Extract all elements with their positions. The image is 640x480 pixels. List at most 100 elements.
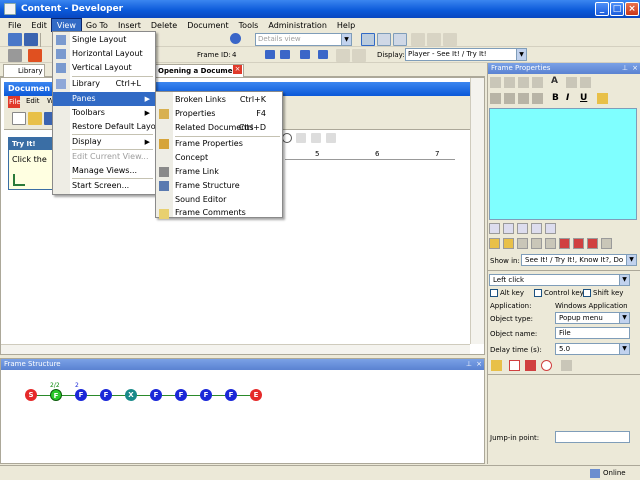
prev-frame-icon[interactable] [280, 50, 290, 59]
details-view-select[interactable]: Details view ▼ [255, 33, 352, 46]
save-icon[interactable] [24, 33, 38, 46]
font-color-icon[interactable] [566, 77, 577, 88]
menu-item-frame-structure[interactable]: Frame Structure [156, 179, 282, 193]
action-icon[interactable] [503, 238, 514, 249]
highlight-icon[interactable] [580, 77, 591, 88]
menu-file[interactable]: File [3, 19, 26, 32]
menu-item-concept[interactable]: Concept [156, 151, 282, 165]
frame-type-icon[interactable] [517, 223, 528, 234]
action-select[interactable]: Left click ▼ [489, 274, 630, 286]
align-center-icon[interactable] [504, 93, 515, 104]
action-icon[interactable] [545, 238, 556, 249]
action-icon[interactable] [601, 238, 612, 249]
bold-icon[interactable]: B [552, 93, 559, 103]
justify-icon[interactable] [532, 93, 543, 104]
menu-delete[interactable]: Delete [146, 19, 182, 32]
show-in-select[interactable]: See It! / Try It!, Know It?, Do It! ▼ [521, 254, 637, 266]
alt-key-checkbox[interactable] [490, 289, 498, 297]
grid-icon[interactable] [411, 33, 425, 46]
menu-tools[interactable]: Tools [234, 19, 264, 32]
menu-item-panes[interactable]: Panes ▶ [53, 92, 155, 106]
horizontal-layout-icon[interactable] [377, 33, 391, 46]
window-icon[interactable] [443, 33, 457, 46]
frame-type-icon[interactable] [531, 223, 542, 234]
menu-help[interactable]: Help [332, 19, 360, 32]
doc-open-icon[interactable] [28, 112, 42, 125]
action-icon[interactable] [559, 238, 570, 249]
menu-view[interactable]: View [50, 17, 82, 33]
menu-edit[interactable]: Edit [26, 19, 52, 32]
close-button[interactable]: × [625, 2, 639, 16]
menu-item-library[interactable]: Library Ctrl+L [53, 77, 155, 91]
object-type-select[interactable]: Popup menu ▼ [555, 312, 630, 324]
object-name-field[interactable]: File [555, 327, 630, 339]
action-icon[interactable] [587, 238, 598, 249]
doc-menu-edit[interactable]: Edit [26, 97, 40, 105]
frame-node[interactable]: F [175, 389, 187, 401]
tab-document[interactable]: Opening a Document [155, 64, 244, 77]
menu-item-manage-views[interactable]: Manage Views... [53, 164, 155, 178]
underline-icon[interactable]: U [580, 93, 587, 103]
record-icon[interactable] [28, 49, 42, 62]
link-icon[interactable] [561, 360, 572, 371]
action-icon[interactable] [573, 238, 584, 249]
format-icon[interactable] [282, 133, 292, 143]
menu-item-toolbars[interactable]: Toolbars ▶ [53, 106, 155, 120]
close-icon[interactable]: × [632, 64, 638, 72]
cut-icon[interactable] [490, 77, 501, 88]
minimize-button[interactable]: _ [595, 2, 609, 16]
menu-item-horizontal-layout[interactable]: Horizontal Layout [53, 47, 155, 61]
font-icon[interactable]: A [551, 76, 558, 86]
frame-type-icon[interactable] [503, 223, 514, 234]
close-tab-icon[interactable]: × [233, 65, 242, 74]
jump-in-point-field[interactable] [555, 431, 630, 443]
italic-icon[interactable]: I [566, 93, 569, 103]
help-icon[interactable] [230, 33, 241, 44]
menu-item-related-documents[interactable]: Related Documents Ctrl+D [156, 121, 282, 135]
copy-icon[interactable] [504, 77, 515, 88]
horizontal-scrollbar[interactable] [1, 344, 470, 354]
frame-node[interactable]: F [225, 389, 237, 401]
menu-item-sound-editor[interactable]: Sound Editor [156, 193, 282, 207]
control-key-checkbox[interactable] [534, 289, 542, 297]
menu-document[interactable]: Document [182, 19, 233, 32]
action-icon[interactable] [531, 238, 542, 249]
frame-node[interactable]: F [100, 389, 112, 401]
panel-icon[interactable] [427, 33, 441, 46]
maximize-button[interactable]: □ [610, 2, 624, 16]
frame-tool-icon[interactable] [336, 49, 350, 62]
vertical-layout-icon[interactable] [393, 33, 407, 46]
frame-node[interactable]: F [150, 389, 162, 401]
align-left-icon[interactable] [296, 133, 306, 143]
spellcheck-icon[interactable] [597, 93, 608, 104]
frame-node[interactable]: F [50, 389, 62, 401]
frame-node-end[interactable]: E [250, 389, 262, 401]
menu-item-single-layout[interactable]: Single Layout [53, 33, 155, 47]
frame-node-start[interactable]: S [25, 389, 37, 401]
menu-goto[interactable]: Go To [81, 19, 113, 32]
menu-administration[interactable]: Administration [263, 19, 332, 32]
target-icon[interactable] [491, 360, 502, 371]
pin-icon[interactable]: ⊥ [622, 64, 628, 72]
display-select[interactable]: Player - See It! / Try It! ▼ [405, 48, 527, 61]
menu-item-frame-link[interactable]: Frame Link [156, 165, 282, 179]
tab-library[interactable]: Library [3, 64, 45, 77]
menu-item-broken-links[interactable]: Broken Links Ctrl+K [156, 93, 282, 107]
menu-item-display[interactable]: Display ▶ [53, 135, 155, 149]
select-area-icon[interactable] [509, 360, 520, 371]
menu-item-start-screen[interactable]: Start Screen... [53, 179, 155, 193]
align-right-icon[interactable] [518, 93, 529, 104]
doc-menu-file[interactable]: File [8, 96, 21, 108]
last-frame-icon[interactable] [318, 50, 328, 59]
delete-area-icon[interactable] [525, 360, 536, 371]
menu-item-restore-default-layout[interactable]: Restore Default Layout [53, 120, 164, 134]
delete-icon[interactable] [532, 77, 543, 88]
gear-icon[interactable] [8, 49, 22, 62]
menu-item-frame-properties[interactable]: Frame Properties [156, 137, 282, 151]
action-icon[interactable] [517, 238, 528, 249]
doc-new-icon[interactable] [12, 112, 26, 125]
frame-node[interactable]: F [200, 389, 212, 401]
align-center-icon[interactable] [311, 133, 321, 143]
align-left-icon[interactable] [490, 93, 501, 104]
menu-item-properties[interactable]: Properties F4 [156, 107, 282, 121]
